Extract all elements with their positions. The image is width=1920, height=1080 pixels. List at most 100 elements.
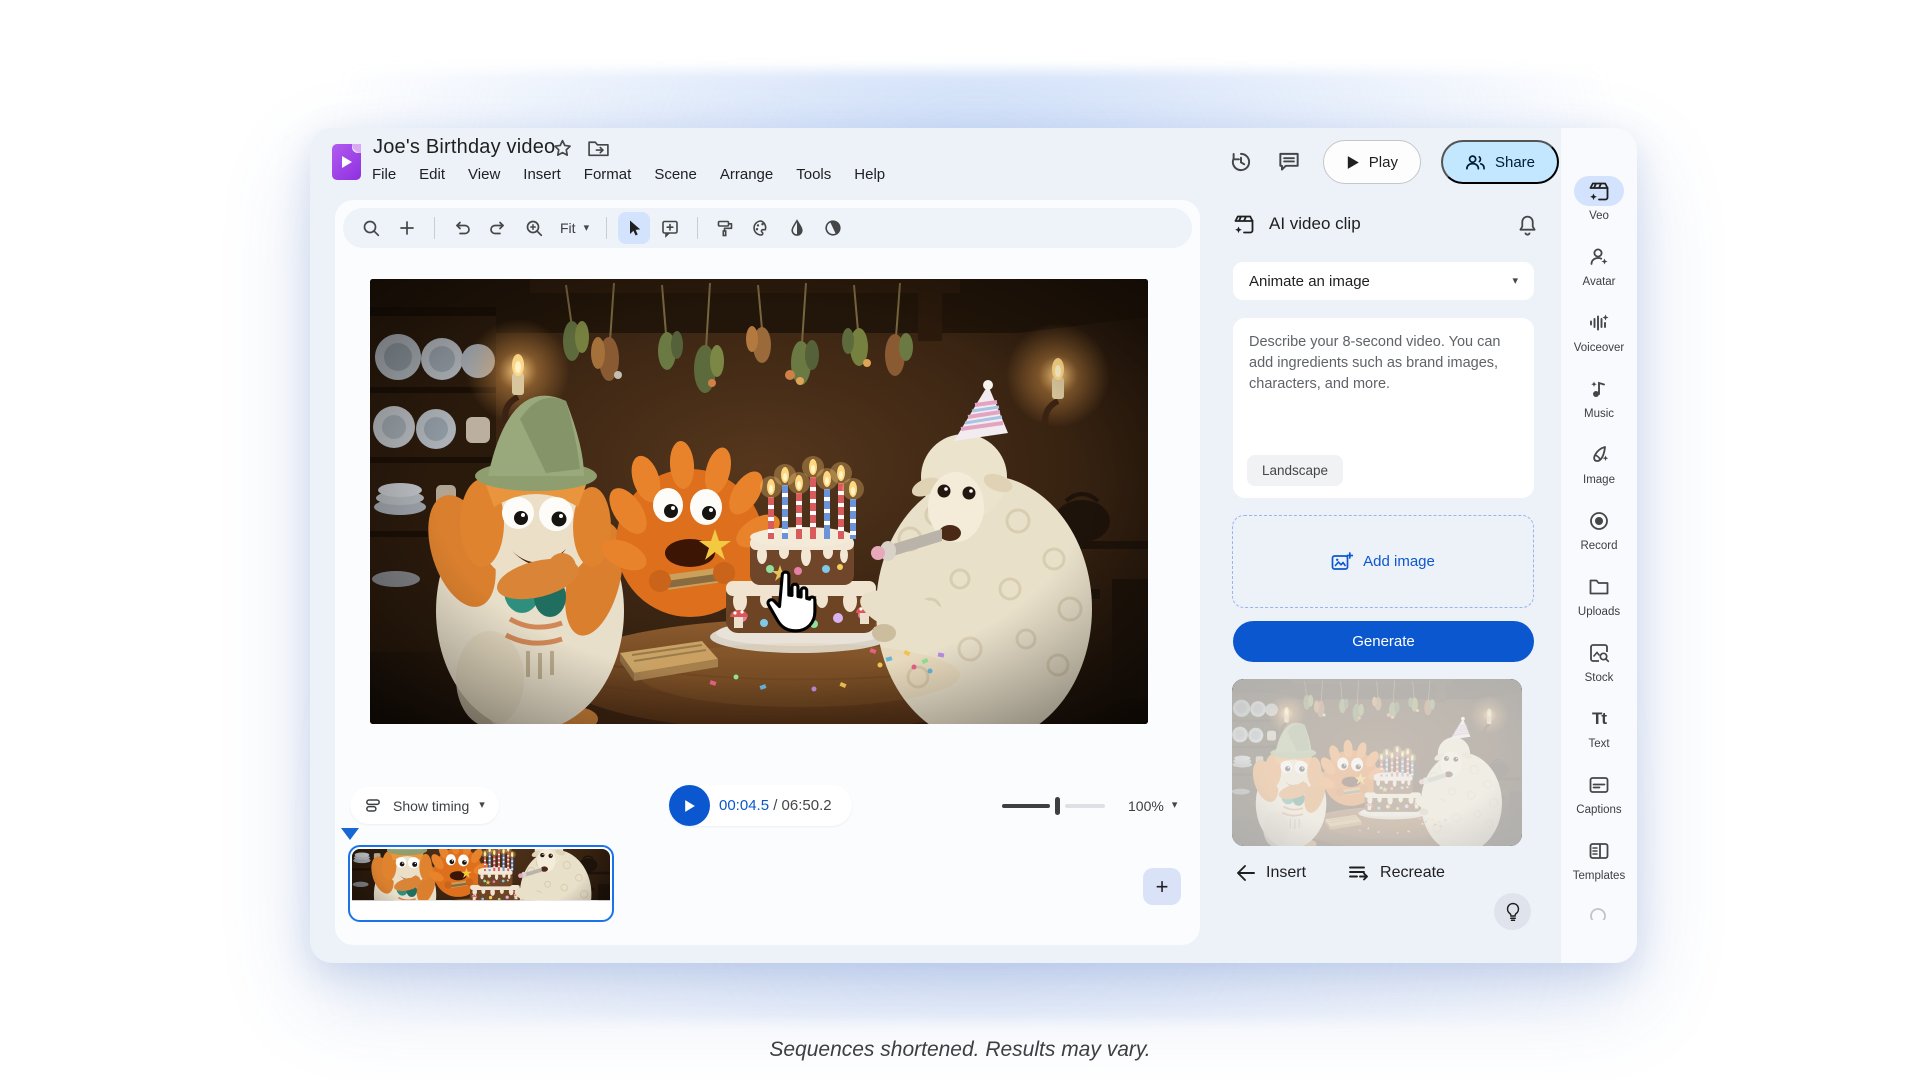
bell-icon (1517, 214, 1538, 237)
sidebar-item-veo[interactable]: Veo (1561, 176, 1637, 242)
add-image-button[interactable]: Add image (1232, 515, 1534, 608)
menubar: File Edit View Insert Format Scene Arran… (372, 166, 885, 183)
move-to-folder-icon[interactable] (587, 138, 610, 159)
text-tool-icon: Tt (1592, 709, 1606, 729)
sidebar-label: Avatar (1582, 276, 1615, 288)
recreate-button[interactable]: Recreate (1348, 864, 1445, 882)
sidebar-label: Record (1580, 540, 1617, 552)
sidebar-item-text[interactable]: Tt Text (1561, 704, 1637, 770)
sidebar-item-voiceover[interactable]: Voiceover (1561, 308, 1637, 374)
sidebar-label: Uploads (1578, 606, 1620, 618)
menu-view[interactable]: View (468, 166, 500, 183)
undo-button[interactable] (446, 212, 478, 244)
prompt-input[interactable] (1233, 318, 1534, 433)
mode-dropdown-value: Animate an image (1249, 273, 1370, 290)
toolbar-divider (697, 217, 698, 239)
sidebar-item-music[interactable]: Music (1561, 374, 1637, 440)
sidebar-item-record[interactable]: Record (1561, 506, 1637, 572)
add-comment-button[interactable] (654, 212, 686, 244)
recreate-label: Recreate (1380, 864, 1445, 882)
add-scene-button[interactable]: + (1143, 868, 1181, 905)
tips-button[interactable] (1494, 893, 1531, 930)
timeline-clip-thumbnail[interactable] (348, 845, 614, 922)
add-image-label: Add image (1363, 553, 1435, 570)
notifications-button[interactable] (1517, 214, 1538, 237)
caret-down-icon: ▾ (479, 800, 485, 811)
contrast-button[interactable] (817, 212, 849, 244)
image-gen-brush-icon (1587, 443, 1611, 467)
captions-icon (1587, 773, 1611, 797)
caret-down-icon: ▾ (1512, 276, 1518, 287)
panel-title: AI video clip (1269, 214, 1361, 234)
folder-icon (1587, 575, 1611, 599)
plus-icon: + (1156, 874, 1169, 900)
mode-dropdown[interactable]: Animate an image ▾ (1233, 262, 1534, 300)
sidebar-item-avatar[interactable]: Avatar (1561, 242, 1637, 308)
zoom-tool-button[interactable] (518, 212, 550, 244)
document-title[interactable]: Joe's Birthday video (373, 136, 555, 159)
insert-button[interactable]: Insert (1236, 864, 1306, 882)
zoom-level-value: 100% (1128, 798, 1164, 814)
total-time: / 06:50.2 (769, 797, 832, 814)
play-doc-glyph (340, 155, 353, 169)
editor-toolbar: Fit ▾ (343, 208, 1192, 248)
timeline-play-button[interactable] (669, 785, 710, 826)
record-icon (1587, 509, 1611, 533)
menu-edit[interactable]: Edit (419, 166, 445, 183)
palette-button[interactable] (745, 212, 777, 244)
menu-scene[interactable]: Scene (654, 166, 697, 183)
generated-clip-thumbnail[interactable] (1232, 679, 1522, 846)
menu-arrange[interactable]: Arrange (720, 166, 773, 183)
arrow-left-icon (1236, 864, 1256, 882)
menu-insert[interactable]: Insert (523, 166, 561, 183)
aspect-ratio-chip[interactable]: Landscape (1247, 455, 1343, 486)
hand-cursor-icon (758, 569, 822, 639)
menu-format[interactable]: Format (584, 166, 632, 183)
app-window: Joe's Birthday video File Edit View Inse… (310, 128, 1637, 963)
sidebar-item-stock[interactable]: Stock (1561, 638, 1637, 704)
caret-down-icon: ▾ (1172, 800, 1178, 811)
format-paint-button[interactable] (709, 212, 741, 244)
voiceover-wave-icon (1587, 311, 1611, 335)
music-note-icon (1587, 377, 1611, 401)
sidebar-label: Image (1583, 474, 1615, 486)
menu-help[interactable]: Help (854, 166, 885, 183)
play-icon (683, 799, 696, 813)
redo-button[interactable] (482, 212, 514, 244)
lightbulb-icon (1504, 902, 1522, 922)
slider-track-empty (1065, 804, 1105, 808)
droplet-button[interactable] (781, 212, 813, 244)
sidebar-label: Voiceover (1574, 342, 1625, 354)
toolbar-divider (434, 217, 435, 239)
video-preview[interactable] (370, 279, 1148, 724)
sidebar-item-uploads[interactable]: Uploads (1561, 572, 1637, 638)
fit-label: Fit (560, 220, 576, 236)
ai-clip-icon (1232, 212, 1256, 236)
search-tool-button[interactable] (355, 212, 387, 244)
sidebar-label: Captions (1576, 804, 1621, 816)
current-time: 00:04.5 (719, 797, 769, 814)
prompt-container: Landscape (1233, 318, 1534, 498)
show-timing-select[interactable]: Show timing ▾ (350, 787, 499, 824)
sidebar-label: Veo (1589, 210, 1609, 222)
editor-canvas: Fit ▾ Show timing ▾ 00:04.5 / 06:50.2 (335, 200, 1200, 945)
thumbnail-loading-overlay (1232, 679, 1522, 846)
playhead-marker[interactable] (341, 828, 359, 840)
select-tool-button[interactable] (618, 212, 650, 244)
add-tool-button[interactable] (391, 212, 423, 244)
timing-rows-icon (364, 796, 383, 815)
sidebar-item-captions[interactable]: Captions (1561, 770, 1637, 836)
star-icon[interactable] (552, 138, 573, 159)
sidebar-label: Stock (1585, 672, 1614, 684)
slider-thumb[interactable] (1055, 797, 1060, 815)
sidebar-item-image[interactable]: Image (1561, 440, 1637, 506)
generate-button[interactable]: Generate (1233, 621, 1534, 662)
menu-tools[interactable]: Tools (796, 166, 831, 183)
fit-zoom-select[interactable]: Fit ▾ (554, 220, 595, 236)
toolbar-divider (606, 217, 607, 239)
zoom-level-select[interactable]: 100% ▾ (1128, 798, 1177, 814)
sidebar-item-templates[interactable]: Templates (1561, 836, 1637, 902)
zoom-slider[interactable]: 100% ▾ (1002, 785, 1177, 826)
vids-app-icon[interactable] (332, 144, 361, 180)
menu-file[interactable]: File (372, 166, 396, 183)
